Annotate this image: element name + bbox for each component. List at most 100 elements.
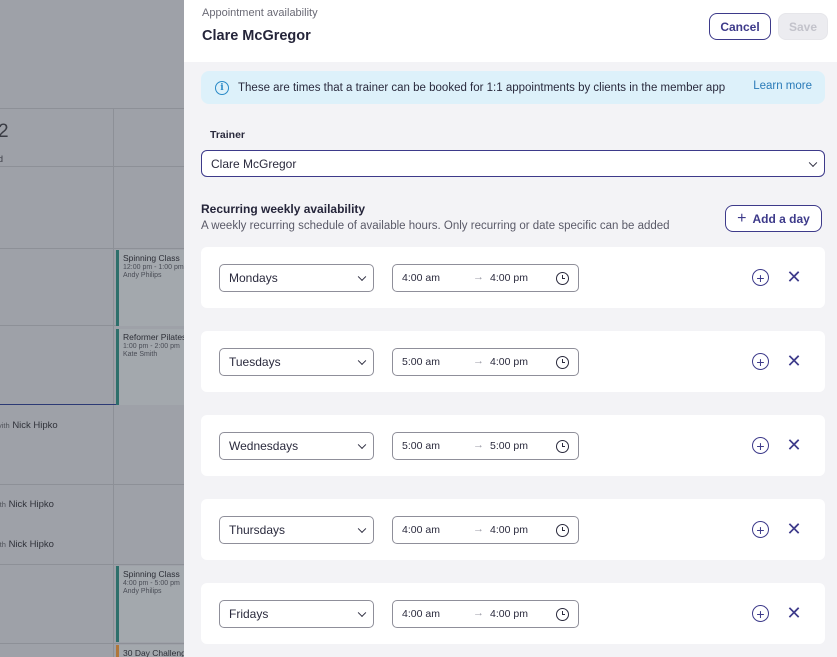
appointment-trainer: Nick Hipko — [8, 539, 54, 550]
start-time[interactable]: 4:00 am — [402, 272, 440, 284]
calendar-divider — [0, 643, 184, 644]
chevron-down-icon — [357, 608, 367, 618]
appointment-prefix: ith — [0, 540, 6, 549]
availability-row: Fridays 4:00 am → 4:00 pm + ✕ — [201, 583, 825, 644]
plus-circle-icon[interactable]: + — [752, 437, 769, 454]
learn-more-link[interactable]: Learn more — [753, 80, 812, 92]
calendar-divider — [0, 248, 184, 249]
drawer-header: Appointment availability Clare McGregor … — [184, 0, 837, 62]
start-time[interactable]: 5:00 am — [402, 440, 440, 452]
day-select-value: Tuesdays — [229, 355, 281, 369]
calendar-appointment: ith Nick Hipko — [0, 499, 54, 510]
day-select[interactable]: Mondays — [219, 264, 374, 292]
calendar-appointment: vith Nick Hipko — [0, 420, 58, 431]
arrow-right-icon: → — [473, 607, 484, 619]
availability-row: Wednesdays 5:00 am → 5:00 pm + ✕ — [201, 415, 825, 476]
trainer-select-value: Clare McGregor — [211, 156, 297, 171]
event-time: 12:00 pm - 1:00 pm — [123, 264, 184, 271]
arrow-right-icon: → — [473, 271, 484, 283]
event-trainer: Kate Smith — [123, 351, 158, 358]
appointment-prefix: vith — [0, 421, 10, 430]
close-icon[interactable]: ✕ — [786, 267, 802, 287]
availability-drawer: Appointment availability Clare McGregor … — [184, 0, 837, 657]
start-time[interactable]: 4:00 am — [402, 524, 440, 536]
day-select[interactable]: Thursdays — [219, 516, 374, 544]
cancel-button[interactable]: Cancel — [709, 13, 771, 40]
availability-row: Thursdays 4:00 am → 4:00 pm + ✕ — [201, 499, 825, 560]
day-select[interactable]: Tuesdays — [219, 348, 374, 376]
time-range-input[interactable]: 4:00 am → 4:00 pm — [392, 600, 579, 628]
arrow-right-icon: → — [473, 355, 484, 367]
calendar-event: Spinning Class 4:00 pm - 5:00 pm Andy Ph… — [116, 566, 184, 642]
appointment-trainer: Nick Hipko — [12, 420, 58, 431]
calendar-divider — [0, 166, 184, 167]
add-day-label: Add a day — [752, 211, 810, 226]
start-time[interactable]: 4:00 am — [402, 608, 440, 620]
time-range-input[interactable]: 5:00 am → 4:00 pm — [392, 348, 579, 376]
calendar-appointment: ith Nick Hipko — [0, 539, 54, 550]
event-title: 30 Day Challeng — [123, 648, 184, 657]
clock-icon — [556, 440, 569, 453]
calendar-divider — [0, 108, 184, 109]
day-select[interactable]: Wednesdays — [219, 432, 374, 460]
trainer-select[interactable]: Clare McGregor — [201, 150, 825, 177]
time-range-input[interactable]: 5:00 am → 5:00 pm — [392, 432, 579, 460]
calendar-event: 30 Day Challeng — [116, 645, 184, 657]
calendar-event: Spinning Class 12:00 pm - 1:00 pm Andy P… — [116, 250, 184, 326]
calendar-divider — [0, 484, 184, 485]
event-title: Spinning Class — [123, 253, 180, 263]
close-icon[interactable]: ✕ — [786, 519, 802, 539]
clock-icon — [556, 524, 569, 537]
plus-circle-icon[interactable]: + — [752, 605, 769, 622]
info-icon: i — [215, 80, 229, 95]
drawer-eyebrow: Appointment availability — [202, 7, 318, 19]
close-icon[interactable]: ✕ — [786, 351, 802, 371]
clock-icon — [556, 608, 569, 621]
close-icon[interactable]: ✕ — [786, 603, 802, 623]
calendar-day-sub: d — [0, 154, 4, 164]
event-title: Reformer Pilates — [123, 332, 184, 342]
info-banner: i These are times that a trainer can be … — [201, 71, 825, 104]
event-trainer: Andy Philips — [123, 272, 162, 279]
day-select-value: Wednesdays — [229, 439, 299, 453]
plus-circle-icon[interactable]: + — [752, 521, 769, 538]
end-time[interactable]: 5:00 pm — [490, 440, 528, 452]
end-time[interactable]: 4:00 pm — [490, 524, 528, 536]
save-button[interactable]: Save — [778, 13, 828, 40]
close-icon[interactable]: ✕ — [786, 435, 802, 455]
time-range-input[interactable]: 4:00 am → 4:00 pm — [392, 264, 579, 292]
section-subtitle: A weekly recurring schedule of available… — [201, 220, 670, 232]
time-range-input[interactable]: 4:00 am → 4:00 pm — [392, 516, 579, 544]
start-time[interactable]: 5:00 am — [402, 356, 440, 368]
day-select-value: Thursdays — [229, 523, 286, 537]
day-select[interactable]: Fridays — [219, 600, 374, 628]
calendar-day-number: 2 — [0, 121, 9, 142]
add-day-button[interactable]: + Add a day — [725, 205, 822, 232]
availability-row: Tuesdays 5:00 am → 4:00 pm + ✕ — [201, 331, 825, 392]
calendar-divider — [0, 564, 184, 565]
chevron-down-icon — [357, 356, 367, 366]
availability-row: Mondays 4:00 am → 4:00 pm + ✕ — [201, 247, 825, 308]
trainer-label: Trainer — [210, 129, 246, 141]
plus-circle-icon[interactable]: + — [752, 353, 769, 370]
plus-circle-icon[interactable]: + — [752, 269, 769, 286]
plus-icon: + — [737, 209, 747, 227]
day-select-value: Fridays — [229, 607, 269, 621]
section-title: Recurring weekly availability — [201, 202, 366, 216]
chevron-down-icon — [357, 524, 367, 534]
end-time[interactable]: 4:00 pm — [490, 272, 528, 284]
event-trainer: Andy Philips — [123, 588, 162, 595]
clock-icon — [556, 356, 569, 369]
arrow-right-icon: → — [473, 523, 484, 535]
end-time[interactable]: 4:00 pm — [490, 608, 528, 620]
calendar-event: Reformer Pilates 1:00 pm - 2:00 pm Kate … — [116, 329, 184, 405]
day-select-value: Mondays — [229, 271, 278, 285]
event-time: 1:00 pm - 2:00 pm — [123, 343, 180, 350]
appointment-trainer: Nick Hipko — [8, 499, 54, 510]
appointment-prefix: ith — [0, 500, 6, 509]
arrow-right-icon: → — [473, 439, 484, 451]
info-text: These are times that a trainer can be bo… — [238, 81, 726, 94]
end-time[interactable]: 4:00 pm — [490, 356, 528, 368]
event-time: 4:00 pm - 5:00 pm — [123, 580, 180, 587]
event-title: Spinning Class — [123, 569, 180, 579]
